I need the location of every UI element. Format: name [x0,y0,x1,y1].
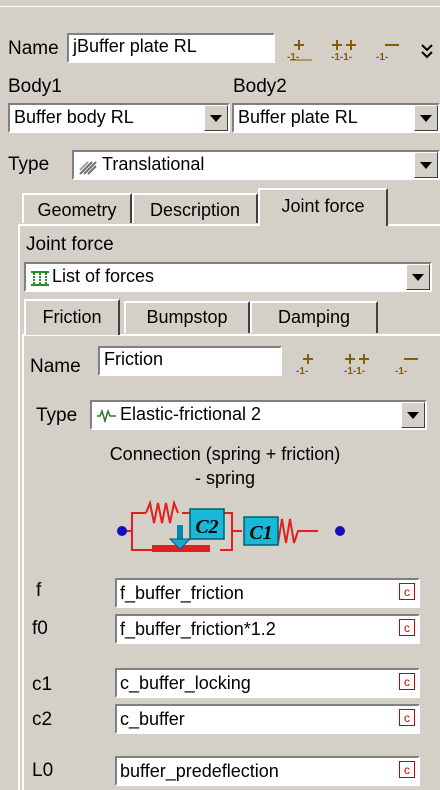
body2-select[interactable]: Buffer plate RL [232,103,440,133]
param-label-l0: L0 [32,760,54,781]
chevron-down-icon[interactable] [406,264,430,290]
force-name-field[interactable]: Friction [98,346,282,376]
force-type-label: Type [36,405,78,426]
subtab-damping[interactable]: Damping [250,301,378,333]
caption-line2: - spring [194,468,256,488]
joint-type-value: Translational [102,154,205,174]
body1-select[interactable]: Buffer body RL [8,103,230,133]
tab-geometry[interactable]: Geometry [22,193,132,223]
svg-text:-1-: -1- [296,366,308,376]
body1-value: Buffer body RL [14,107,134,127]
subtab-friction[interactable]: Friction [24,299,120,335]
param-c-button[interactable]: c [399,619,415,636]
delete-element-icon[interactable]: -1- [394,352,424,377]
joint-name-value: jBuffer plate RL [73,36,197,56]
param-label-f: f [36,580,42,601]
body2-value: Buffer plate RL [238,107,358,127]
param-label-c1: c1 [32,674,53,695]
param-c-button[interactable]: c [399,761,415,778]
param-c-button[interactable]: c [399,583,415,600]
joint-force-label: Joint force [26,234,114,255]
chevron-down-icon[interactable] [414,105,438,131]
svg-text:-1-: -1- [376,52,388,62]
add-element-icon[interactable]: -1- [295,352,325,377]
subtab-bumpstop[interactable]: Bumpstop [124,301,250,333]
joint-type-icon [78,156,98,176]
force-name-label: Name [30,356,81,377]
param-field-c2[interactable]: c_buffer c [115,704,420,734]
caption-line1: Connection (spring + friction) [109,444,341,464]
chevron-down-icon[interactable] [401,402,425,428]
subtab-damping-label: Damping [277,307,351,327]
force-type-select[interactable]: Elastic-frictional 2 [90,400,427,430]
param-value-f0: f_buffer_friction*1.2 [120,619,276,639]
diagram-c1-label: C1 [249,522,272,544]
param-value-l0: buffer_predeflection [120,761,279,781]
tab-description[interactable]: Description [132,193,258,223]
param-label-c2: c2 [32,709,53,730]
more-icon[interactable] [418,42,436,62]
svg-text:-1-1-: -1-1- [331,52,352,62]
diagram-c2-label: C2 [195,516,218,538]
connection-caption: Connection (spring + friction) - spring [80,442,370,490]
param-field-c1[interactable]: c_buffer_locking c [115,668,420,698]
subtab-bumpstop-label: Bumpstop [146,307,228,327]
force-name-value: Friction [104,349,164,369]
param-value-f: f_buffer_friction [120,583,244,603]
param-field-f[interactable]: f_buffer_friction c [115,578,420,608]
tab-joint-force-label: Joint force [281,196,365,216]
chevron-down-icon[interactable] [204,105,228,131]
body2-label: Body2 [233,76,287,97]
spring-friction-diagram: C2 C1 [117,499,345,552]
delete-element-icon[interactable]: -1- [375,38,405,63]
joint-name-field[interactable]: jBuffer plate RL [67,33,275,63]
tab-description-label: Description [149,200,241,220]
body1-label: Body1 [8,76,62,97]
chevron-down-icon[interactable] [414,152,438,178]
tab-geometry-label: Geometry [37,200,117,220]
copy-element-icon[interactable]: -1-1- [330,38,360,63]
param-c-button[interactable]: c [399,709,415,726]
joint-type-label: Type [8,154,50,175]
param-label-f0: f0 [32,618,48,639]
param-c-button[interactable]: c [399,673,415,690]
top-edge [0,0,440,7]
name-label: Name [8,38,59,59]
param-field-f0[interactable]: f_buffer_friction*1.2 c [115,614,420,644]
add-element-icon[interactable]: -1- [286,38,316,63]
tab-joint-force[interactable]: Joint force [258,188,388,226]
joint-force-value: List of forces [52,266,155,286]
joint-type-select[interactable]: Translational [72,150,440,180]
svg-text:-1-: -1- [395,366,407,376]
svg-text:-1-1-: -1-1- [344,366,365,376]
param-value-c1: c_buffer_locking [120,673,251,693]
force-type-value: Elastic-frictional 2 [120,404,262,424]
param-value-c2: c_buffer [120,709,185,729]
copy-element-icon[interactable]: -1-1- [343,352,373,377]
param-field-l0[interactable]: buffer_predeflection c [115,756,420,786]
joint-force-select[interactable]: List of forces [24,262,432,292]
subtab-friction-label: Friction [42,307,102,327]
force-list-icon [30,268,50,288]
force-type-icon [96,407,118,425]
